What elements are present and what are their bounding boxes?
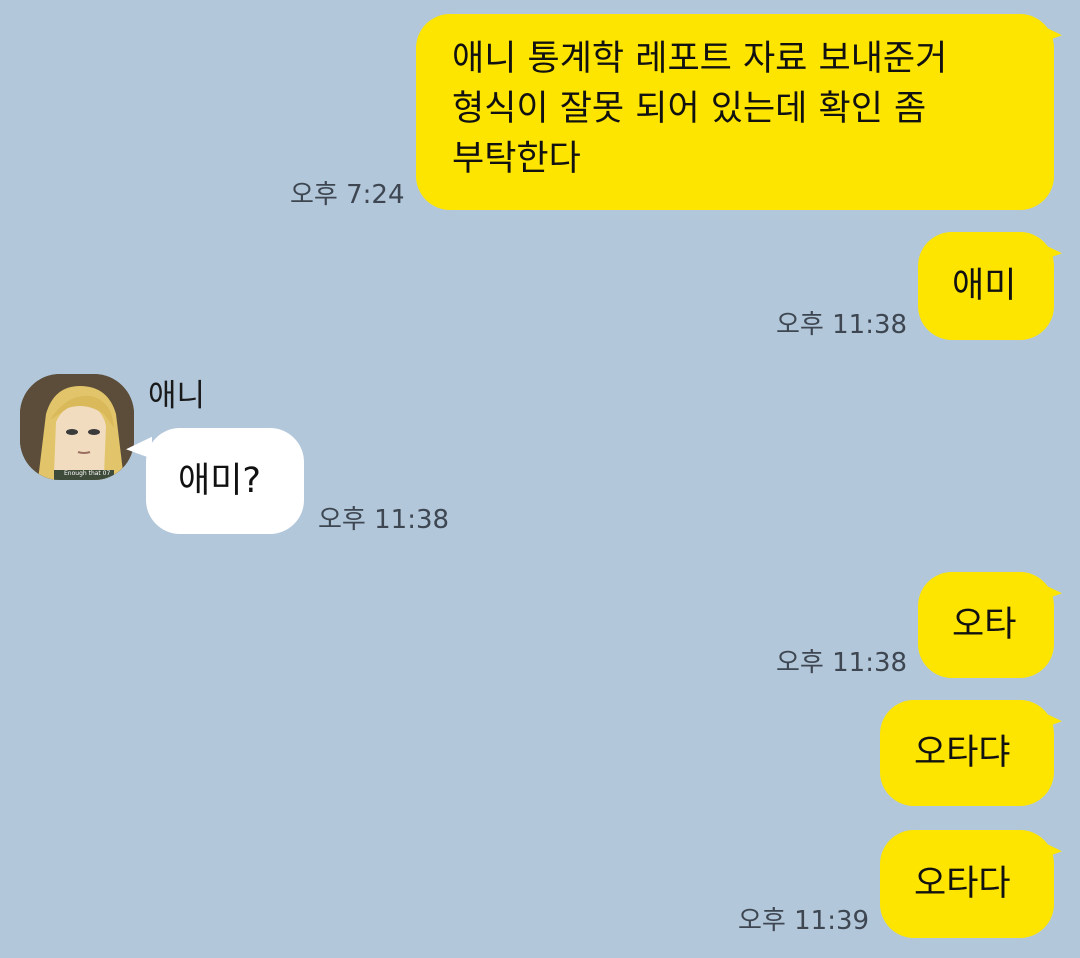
other-message-bubble[interactable]: 애미? [146, 428, 304, 534]
message-time: 오후 11:38 [776, 310, 908, 340]
profile-avatar[interactable]: Enough that 07 [20, 374, 134, 480]
message-time: 오후 11:39 [738, 906, 870, 936]
avatar-caption: Enough that 07 [64, 470, 110, 477]
message-time: 오후 7:24 [290, 180, 405, 210]
my-message-bubble[interactable]: 오타댜 [880, 700, 1054, 806]
my-message-bubble[interactable]: 오타 [918, 572, 1054, 678]
my-message-bubble[interactable]: 애니 통계학 레포트 자료 보내준거 형식이 잘못 되어 있는데 확인 좀 부탁… [416, 14, 1054, 210]
chat-room[interactable]: 애니 통계학 레포트 자료 보내준거 형식이 잘못 되어 있는데 확인 좀 부탁… [0, 0, 1080, 958]
my-message-bubble[interactable]: 애미 [918, 232, 1054, 340]
my-message-bubble[interactable]: 오타다 [880, 830, 1054, 938]
avatar-portrait-image: Enough that 07 [20, 374, 134, 480]
sender-name: 애니 [148, 378, 206, 414]
message-time: 오후 11:38 [776, 648, 908, 678]
message-time: 오후 11:38 [318, 505, 450, 535]
